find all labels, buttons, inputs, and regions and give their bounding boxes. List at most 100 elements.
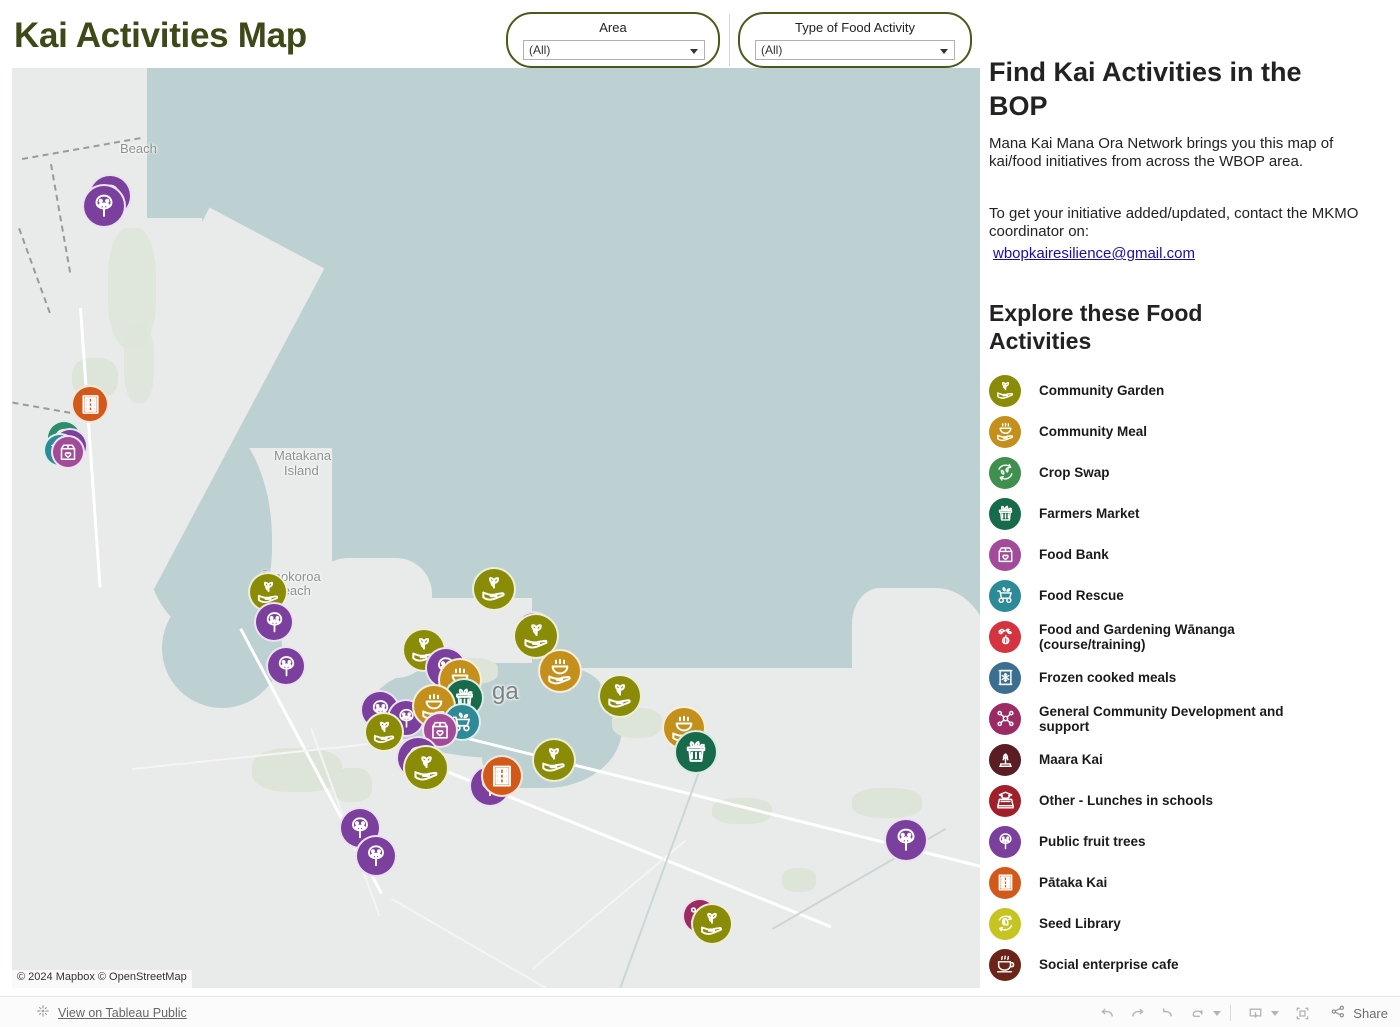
map-marker[interactable] [71, 385, 109, 423]
wananga-icon [989, 620, 1021, 653]
map-marker[interactable] [674, 730, 718, 774]
filter-area[interactable]: Area (All) [506, 12, 720, 68]
legend-item[interactable]: Public fruit trees [989, 821, 1389, 862]
contact-email-link[interactable]: wbopkairesilience@gmail.com [993, 245, 1195, 262]
maara-kai-icon [989, 743, 1021, 776]
legend-item[interactable]: Social enterprise cafe [989, 944, 1389, 985]
legend-item-label: Seed Library [1039, 916, 1121, 931]
refresh-icon[interactable] [1182, 1001, 1212, 1025]
map-attribution: © 2024 Mapbox © OpenStreetMap [12, 970, 192, 988]
legend-item-label: Community Garden [1039, 383, 1165, 398]
map-label: Beach [120, 141, 157, 156]
frozen-meals-icon [989, 661, 1021, 694]
legend-item[interactable]: Seed Library [989, 903, 1389, 944]
filter-type-value: (All) [761, 43, 783, 57]
legend-item[interactable]: Community Garden [989, 370, 1389, 411]
legend-heading: Explore these Food Activities [989, 300, 1203, 354]
map-label: ga [492, 678, 519, 705]
share-icon [1329, 1003, 1347, 1024]
intro-heading: Find Kai Activities in the BOP [989, 57, 1302, 121]
legend-item[interactable]: Frozen cooked meals [989, 657, 1389, 698]
fruit-tree-icon [989, 825, 1021, 858]
map-marker[interactable] [691, 903, 733, 945]
legend-item[interactable]: Food and Gardening Wānanga (course/train… [989, 616, 1389, 657]
download-icon[interactable] [1240, 1001, 1270, 1025]
intro-paragraph-1: Mana Kai Mana Ora Network brings you thi… [989, 135, 1334, 170]
food-bank-icon [989, 538, 1021, 571]
undo-icon[interactable] [1092, 1001, 1122, 1025]
info-sidebar: Find Kai Activities in the BOP Mana Kai … [980, 55, 1400, 988]
intro-paragraph-2: To get your initiative added/updated, co… [989, 205, 1359, 240]
legend-item-label: General Community Development and suppor… [1039, 703, 1284, 734]
page-title: Kai Activities Map [14, 16, 307, 55]
chevron-down-icon[interactable] [940, 49, 948, 54]
legend-item-label: Food Bank [1039, 547, 1109, 562]
share-button[interactable]: Share [1329, 1003, 1388, 1024]
legend-item[interactable]: Food Bank [989, 534, 1389, 575]
legend-item-label: Pātaka Kai [1039, 875, 1108, 890]
legend-item-label: Crop Swap [1039, 465, 1110, 480]
filter-type-select[interactable]: (All) [755, 40, 955, 60]
legend-item-label: Social enterprise cafe [1039, 957, 1179, 972]
map-marker[interactable] [82, 184, 126, 228]
map-canvas[interactable]: BeachKatMatakanaIslandŌmokoroaBeachga [12, 68, 980, 988]
map-marker[interactable] [266, 646, 306, 686]
filter-area-label: Area [599, 20, 627, 35]
legend-item-label: Other - Lunches in schools [1039, 793, 1214, 808]
social-cafe-icon [989, 948, 1021, 981]
tableau-toolbar: Share [1092, 1001, 1388, 1025]
legend-item[interactable]: Other - Lunches in schools [989, 780, 1389, 821]
map-marker[interactable] [51, 435, 85, 469]
tableau-dashboard: Kai Activities Map Area (All) Type of Fo… [0, 0, 1400, 1027]
general-community-icon [989, 702, 1021, 735]
legend-item[interactable]: Maara Kai [989, 739, 1389, 780]
filter-divider [729, 14, 730, 66]
pause-dropdown-chevron-down-icon[interactable] [1213, 1010, 1222, 1016]
map-marker[interactable] [254, 602, 294, 642]
legend-item-label: Frozen cooked meals [1039, 670, 1177, 685]
crop-swap-icon [989, 456, 1021, 489]
school-lunch-icon [989, 784, 1021, 817]
legend-item[interactable]: Crop Swap [989, 452, 1389, 493]
legend-item-label: Farmers Market [1039, 506, 1140, 521]
legend-item[interactable]: Pātaka Kai [989, 862, 1389, 903]
map-marker[interactable] [884, 818, 928, 862]
map-marker[interactable] [403, 745, 449, 791]
legend-item[interactable]: Farmers Market [989, 493, 1389, 534]
share-label: Share [1353, 1005, 1388, 1021]
map-label: Island [284, 463, 319, 478]
legend-item-label: Food Rescue [1039, 588, 1124, 603]
map-marker[interactable] [532, 738, 576, 782]
map-marker[interactable] [538, 649, 582, 693]
filter-type-of-food-activity[interactable]: Type of Food Activity (All) [738, 12, 972, 68]
bottom-toolbar: View on Tableau Public Share [0, 996, 1400, 1027]
map-marker[interactable] [598, 674, 642, 718]
legend-item-label: Public fruit trees [1039, 834, 1146, 849]
legend-item[interactable]: Community Meal [989, 411, 1389, 452]
fullscreen-icon[interactable] [1287, 1001, 1317, 1025]
filter-area-select[interactable]: (All) [523, 40, 705, 60]
toolbar-divider [1230, 1005, 1232, 1021]
revert-icon[interactable] [1152, 1001, 1182, 1025]
legend-item[interactable]: Food Rescue [989, 575, 1389, 616]
chevron-down-icon[interactable] [690, 49, 698, 54]
map-marker[interactable] [355, 835, 397, 877]
tableau-link-label: View on Tableau Public [58, 1005, 187, 1020]
map-label: Matakana [274, 448, 332, 463]
view-on-tableau-public-link[interactable]: View on Tableau Public [36, 1004, 187, 1021]
pataka-icon [989, 866, 1021, 899]
community-garden-icon [989, 374, 1021, 407]
map-marker[interactable] [481, 755, 523, 797]
legend-list: Community Garden Community Meal Crop Swa… [989, 370, 1389, 985]
legend-item-label: Food and Gardening Wānanga (course/train… [1039, 621, 1235, 652]
filter-area-value: (All) [529, 43, 551, 57]
filter-type-label: Type of Food Activity [795, 20, 915, 35]
download-dropdown-chevron-down-icon[interactable] [1271, 1010, 1280, 1016]
seed-library-icon [989, 907, 1021, 940]
legend-item[interactable]: General Community Development and suppor… [989, 698, 1389, 739]
map-marker[interactable] [472, 567, 516, 611]
tableau-logo-icon [36, 1004, 50, 1021]
redo-icon[interactable] [1122, 1001, 1152, 1025]
legend-item-label: Maara Kai [1039, 752, 1103, 767]
farmers-market-icon [989, 497, 1021, 530]
